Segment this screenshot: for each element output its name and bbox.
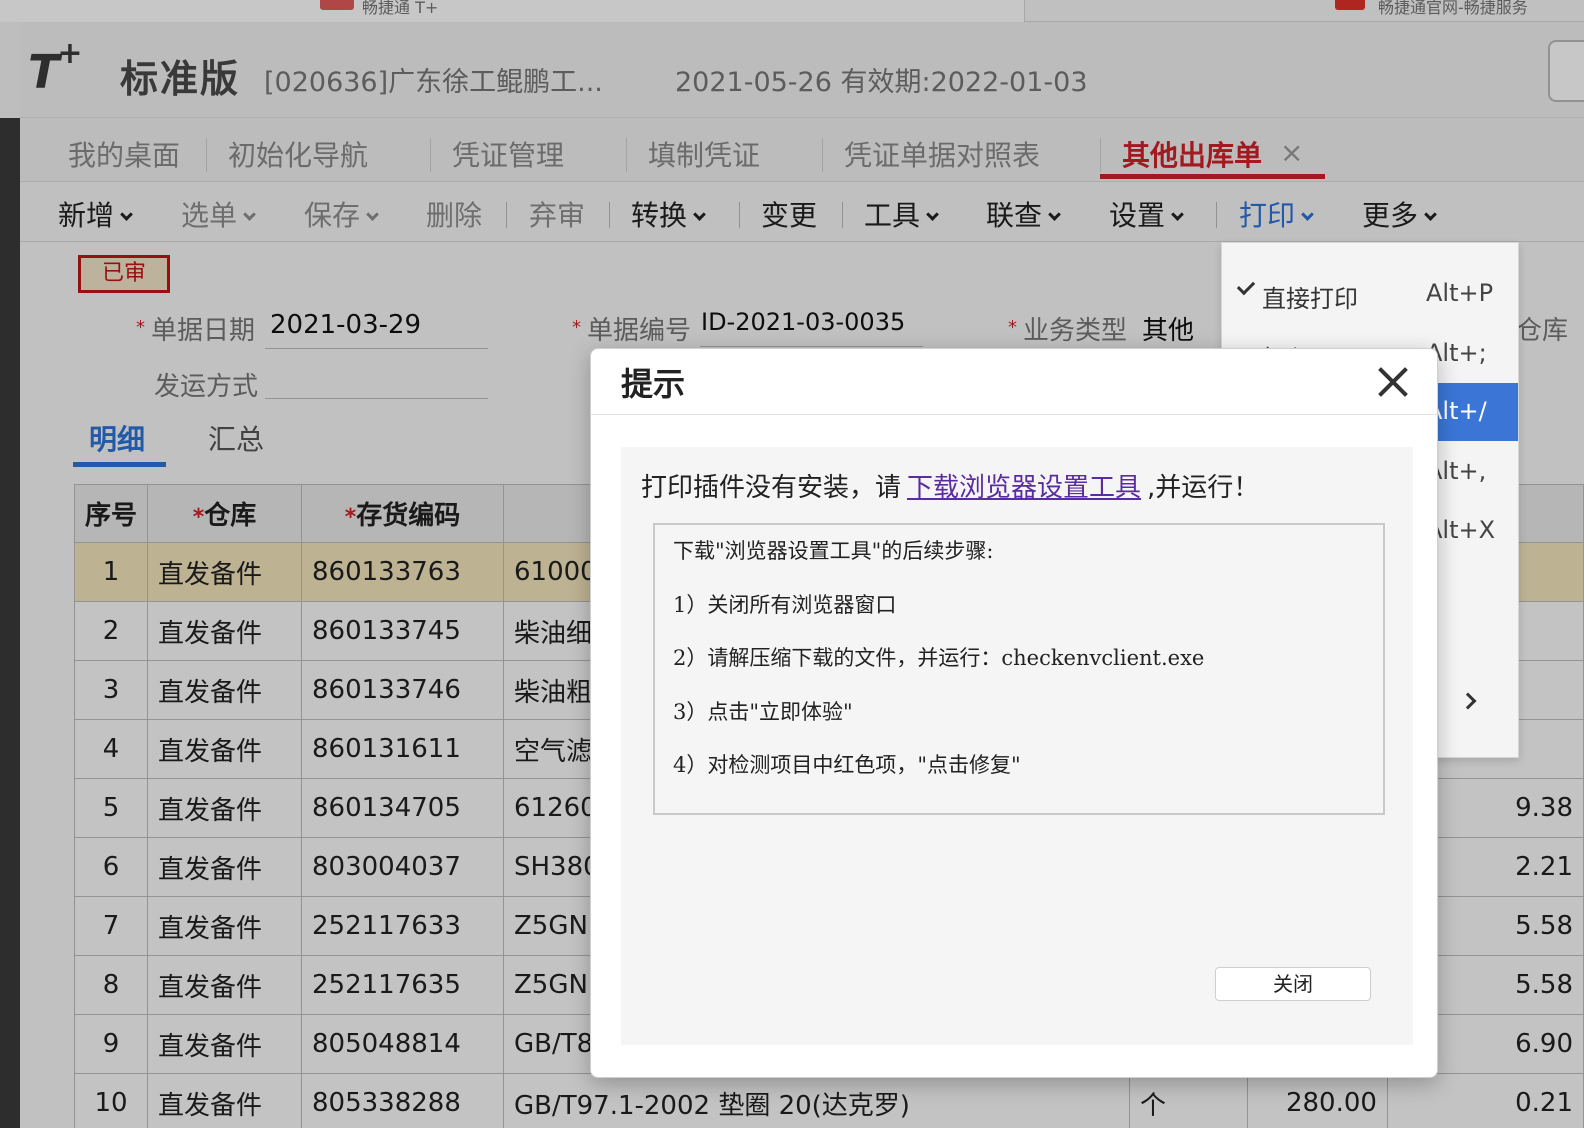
steps-title: 下载"浏览器设置工具"的后续步骤: bbox=[673, 539, 994, 563]
download-tool-link[interactable]: 下载浏览器设置工具 bbox=[907, 473, 1141, 503]
step-item: 2）请解压缩下载的文件，并运行：checkenvclient.exe bbox=[673, 646, 1205, 670]
close-button[interactable]: 关闭 bbox=[1215, 967, 1371, 1001]
dialog-title: 提示 bbox=[621, 365, 686, 403]
dialog-message: 打印插件没有安装，请 下载浏览器设置工具 ,并运行！ bbox=[641, 473, 1260, 503]
step-item: 4）对检测项目中红色项，"点击修复" bbox=[673, 753, 1021, 777]
step-item: 1）关闭所有浏览器窗口 bbox=[673, 593, 897, 617]
step-item: 3）点击"立即体验" bbox=[673, 700, 853, 724]
dialog-body: 打印插件没有安装，请 下载浏览器设置工具 ,并运行！ 下载"浏览器设置工具"的后续步… bbox=[621, 447, 1413, 1045]
dialog-header: 提示 bbox=[591, 349, 1437, 415]
check-icon bbox=[1236, 276, 1256, 296]
chevron-right-icon[interactable] bbox=[1459, 692, 1477, 710]
steps-box: 下载"浏览器设置工具"的后续步骤: 1）关闭所有浏览器窗口 2）请解压缩下载的文… bbox=[653, 523, 1385, 815]
prompt-dialog: 提示 打印插件没有安装，请 下载浏览器设置工具 ,并运行！ 下载"浏览器设置工具"的… bbox=[590, 348, 1438, 1078]
close-icon[interactable] bbox=[1373, 361, 1413, 401]
menu-item-direct-print[interactable]: 直接打印 Alt+P bbox=[1222, 265, 1518, 323]
